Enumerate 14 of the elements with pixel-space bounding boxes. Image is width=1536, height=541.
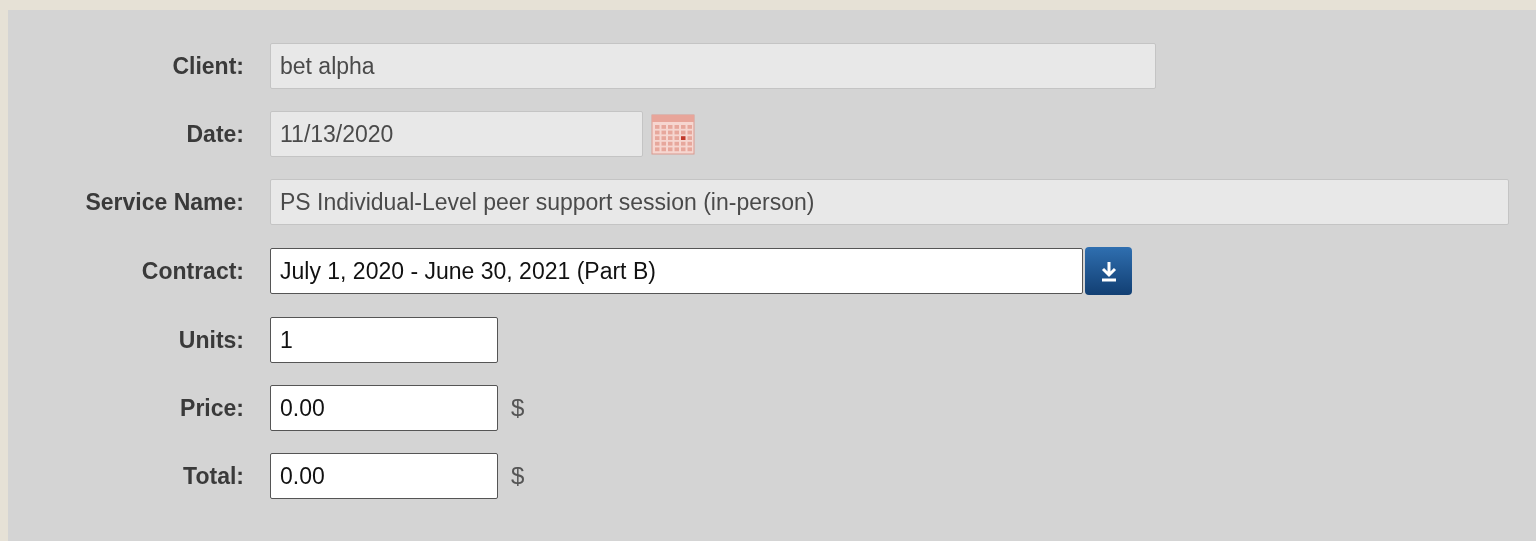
contract-select[interactable]: July 1, 2020 - June 30, 2021 (Part B) (270, 248, 1083, 294)
field-label: Units: (177, 325, 244, 355)
currency-suffix: $ (511, 461, 525, 491)
field-label: Date: (185, 119, 244, 149)
input-field[interactable]: 0.00 (270, 453, 498, 499)
field-label: Contract: (140, 256, 244, 286)
field-label: Client: (171, 51, 244, 81)
field-label: Total: (182, 461, 244, 491)
input-field[interactable]: 0.00 (270, 385, 498, 431)
field-label: Service Name: (84, 187, 244, 217)
field-label: Price: (179, 393, 244, 423)
dropdown-button[interactable] (1085, 247, 1132, 295)
input-field[interactable]: 1 (270, 317, 498, 363)
currency-suffix: $ (511, 393, 525, 423)
